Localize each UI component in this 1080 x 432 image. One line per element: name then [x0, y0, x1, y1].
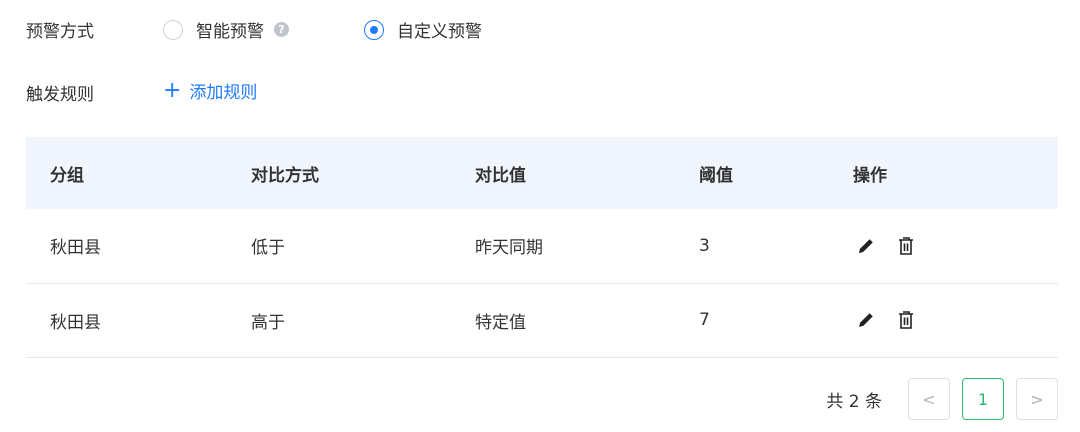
trigger-rule-label: 触发规则	[26, 85, 94, 105]
pagination: 共 2 条 < 1 >	[826, 378, 1058, 420]
delete-icon[interactable]	[895, 235, 917, 257]
add-rule-button[interactable]: + 添加规则	[163, 78, 257, 103]
page-number-button[interactable]: 1	[962, 378, 1004, 420]
cell-compare-mode: 高于	[251, 312, 285, 333]
header-compare-value: 对比值	[475, 165, 526, 186]
cell-actions	[829, 283, 1058, 357]
radio-circle-checked[interactable]	[364, 19, 384, 40]
cell-actions	[829, 209, 1058, 283]
cell-group: 秋田县	[50, 312, 101, 333]
next-page-button[interactable]: >	[1016, 378, 1058, 420]
radio-custom-alert-label: 自定义预警	[397, 22, 482, 42]
cell-compare-mode: 低于	[251, 238, 285, 259]
total-count: 共 2 条	[826, 391, 882, 412]
radio-smart-alert[interactable]: 智能预警 ?	[163, 17, 289, 42]
edit-icon[interactable]	[855, 309, 877, 331]
cell-threshold: 3	[699, 235, 710, 256]
header-group: 分组	[50, 165, 84, 186]
delete-icon[interactable]	[895, 309, 917, 331]
rules-table: 分组 对比方式 对比值 阈值 操作 秋田县 低于 昨天同期 3 秋田县 高于 特…	[26, 137, 1058, 358]
table-row: 秋田县 低于 昨天同期 3	[26, 209, 1058, 283]
add-rule-label: 添加规则	[189, 83, 258, 103]
radio-custom-alert[interactable]: 自定义预警	[364, 17, 482, 42]
table-row: 秋田县 高于 特定值 7	[26, 283, 1058, 357]
cell-compare-value: 昨天同期	[475, 238, 543, 259]
header-threshold: 阈值	[699, 165, 733, 186]
table-header-row: 分组 对比方式 对比值 阈值 操作	[26, 137, 1058, 209]
cell-threshold: 7	[699, 310, 710, 330]
help-icon[interactable]: ?	[274, 22, 289, 37]
cell-compare-value: 特定值	[475, 312, 526, 333]
prev-page-button[interactable]: <	[908, 378, 950, 420]
header-compare-mode: 对比方式	[251, 165, 319, 186]
radio-circle-unchecked[interactable]	[163, 19, 183, 40]
cell-group: 秋田县	[50, 238, 101, 259]
header-actions: 操作	[853, 165, 887, 186]
edit-icon[interactable]	[855, 235, 877, 257]
plus-icon: +	[163, 77, 182, 103]
radio-smart-alert-label: 智能预警	[196, 22, 264, 42]
alert-mode-label: 预警方式	[26, 22, 94, 42]
